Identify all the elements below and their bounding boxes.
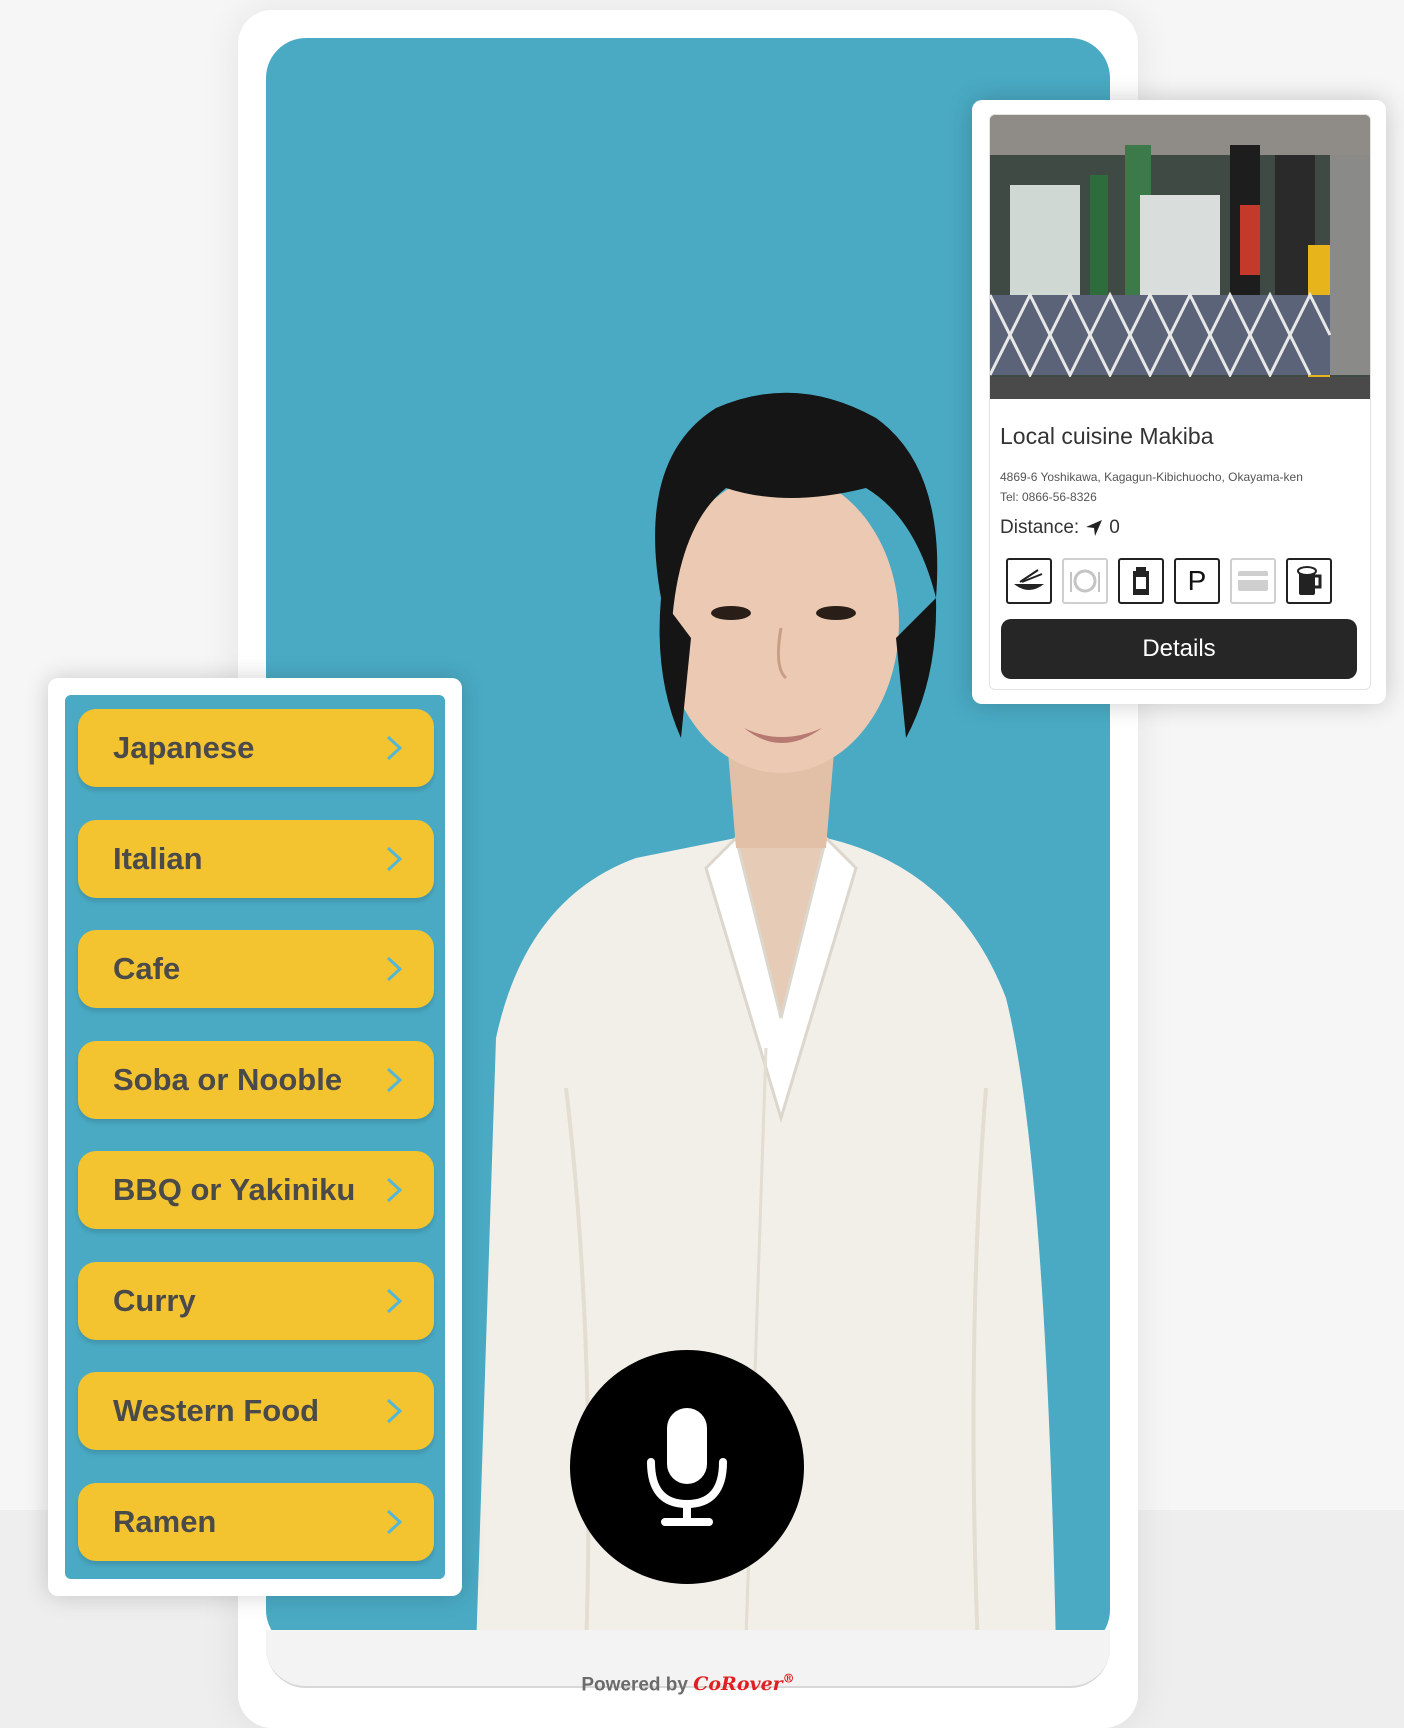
category-ramen[interactable]: Ramen bbox=[78, 1483, 434, 1561]
chevron-right-icon bbox=[386, 846, 403, 872]
category-italian[interactable]: Italian bbox=[78, 820, 434, 898]
chevron-right-icon bbox=[386, 1067, 403, 1093]
chevron-right-icon bbox=[386, 1398, 403, 1424]
category-label: Soba or Nooble bbox=[113, 1062, 343, 1097]
restaurant-card-body: Local cuisine Makiba 4869-6 Yoshikawa, K… bbox=[989, 114, 1371, 690]
restaurant-distance: Distance: 0 bbox=[1000, 517, 1120, 539]
category-curry[interactable]: Curry bbox=[78, 1262, 434, 1340]
location-arrow-icon bbox=[1086, 520, 1103, 536]
category-label: Western Food bbox=[113, 1393, 320, 1428]
category-bbq[interactable]: BBQ or Yakiniku bbox=[78, 1151, 434, 1229]
restaurant-photo bbox=[990, 115, 1370, 399]
category-panel: Japanese Italian Cafe Soba or Nooble BBQ… bbox=[48, 678, 462, 1596]
brand-logo: CoRover® bbox=[693, 1672, 795, 1696]
category-japanese[interactable]: Japanese bbox=[78, 709, 434, 787]
details-button[interactable]: Details bbox=[1001, 619, 1357, 679]
category-label: Italian bbox=[113, 841, 203, 876]
microphone-icon bbox=[647, 1408, 727, 1526]
dining-icon bbox=[1062, 558, 1108, 604]
mic-button[interactable] bbox=[570, 1350, 804, 1584]
card-icon bbox=[1230, 558, 1276, 604]
beer-icon bbox=[1286, 558, 1332, 604]
distance-value: 0 bbox=[1109, 517, 1120, 538]
parking-icon: P bbox=[1174, 558, 1220, 604]
chevron-right-icon bbox=[386, 735, 403, 761]
chevron-right-icon bbox=[386, 1509, 403, 1535]
restaurant-address: 4869-6 Yoshikawa, Kagagun-Kibichuocho, O… bbox=[1000, 470, 1303, 484]
category-label: BBQ or Yakiniku bbox=[113, 1172, 356, 1207]
category-label: Curry bbox=[113, 1283, 196, 1318]
category-western[interactable]: Western Food bbox=[78, 1372, 434, 1450]
category-label: Japanese bbox=[113, 730, 255, 765]
chevron-right-icon bbox=[386, 1177, 403, 1203]
chevron-right-icon bbox=[386, 956, 403, 982]
amenity-icons: P bbox=[1006, 558, 1332, 604]
noodle-icon bbox=[1006, 558, 1052, 604]
restaurant-tel: Tel: 0866-56-8326 bbox=[1000, 490, 1097, 504]
takeout-icon bbox=[1118, 558, 1164, 604]
restaurant-card: Local cuisine Makiba 4869-6 Yoshikawa, K… bbox=[972, 100, 1386, 704]
category-label: Cafe bbox=[113, 951, 181, 986]
category-cafe[interactable]: Cafe bbox=[78, 930, 434, 1008]
distance-label: Distance: bbox=[1000, 517, 1080, 538]
chevron-right-icon bbox=[386, 1288, 403, 1314]
category-list: Japanese Italian Cafe Soba or Nooble BBQ… bbox=[65, 695, 445, 1579]
category-soba[interactable]: Soba or Nooble bbox=[78, 1041, 434, 1119]
category-label: Ramen bbox=[113, 1504, 217, 1539]
restaurant-name: Local cuisine Makiba bbox=[1000, 423, 1214, 449]
powered-by: Powered by CoRover® bbox=[238, 1672, 1138, 1696]
powered-by-label: Powered by bbox=[581, 1674, 688, 1696]
